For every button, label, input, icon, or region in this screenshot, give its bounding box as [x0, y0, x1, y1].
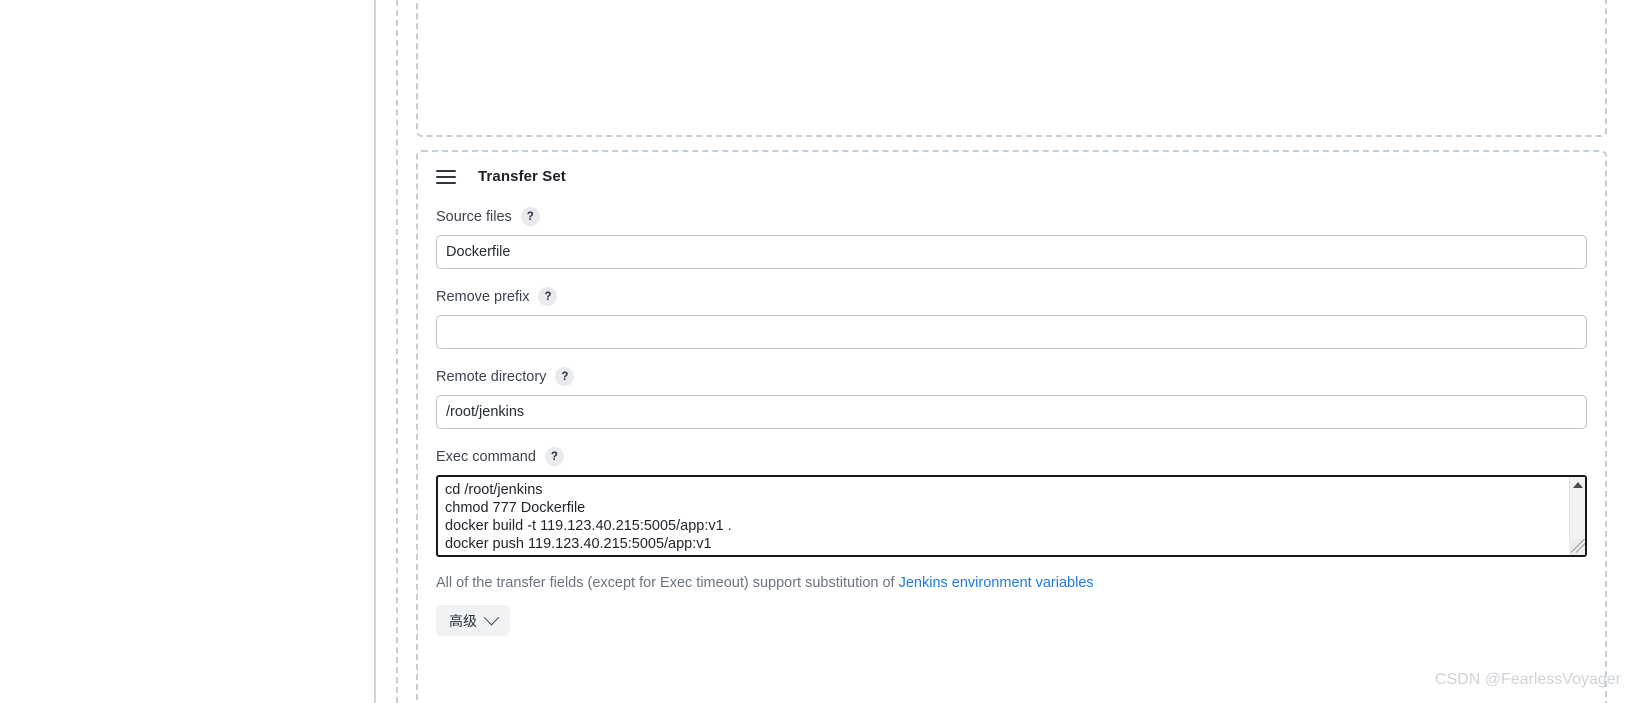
remove-prefix-input[interactable] [436, 315, 1587, 349]
scrollbar-track[interactable] [1570, 492, 1586, 540]
transfer-hint-bottom: All of the transfer fields (except for E… [436, 557, 1587, 591]
source-files-input[interactable] [436, 235, 1587, 269]
source-files-label-row: Source files ? [436, 207, 1587, 235]
field-remote-directory: Remote directory ? [436, 349, 1587, 429]
nesting-rail-dashed [396, 0, 398, 703]
transfer-set-header: Transfer Set [436, 152, 1587, 189]
field-exec-command: Exec command ? [436, 429, 1587, 557]
advanced-button-bottom[interactable]: 高级 [436, 605, 510, 636]
remote-directory-input[interactable] [436, 395, 1587, 429]
chevron-down-icon [483, 609, 500, 626]
remove-prefix-label: Remove prefix [436, 288, 530, 305]
transfer-set-panel-previous: All of the transfer fields (except for E… [416, 0, 1607, 137]
page-root: All of the transfer fields (except for E… [0, 0, 1647, 703]
jenkins-env-variables-link-bottom[interactable]: Jenkins environment variables [899, 575, 1094, 591]
transfer-set-panel: Transfer Set Source files ? Remove prefi… [416, 150, 1607, 703]
source-files-label: Source files [436, 208, 512, 225]
remote-directory-label-row: Remote directory ? [436, 367, 1587, 395]
exec-command-label-row: Exec command ? [436, 447, 1587, 475]
field-remove-prefix: Remove prefix ? [436, 269, 1587, 349]
advanced-row-bottom: 高级 [436, 591, 1587, 652]
help-icon-exec-command[interactable]: ? [544, 447, 564, 466]
help-icon-remove-prefix[interactable]: ? [538, 287, 558, 306]
nesting-rail-solid [374, 0, 376, 703]
advanced-button-bottom-label: 高级 [449, 612, 477, 629]
resize-grip-icon[interactable] [1569, 539, 1585, 555]
transfer-hint-bottom-text: All of the transfer fields (except for E… [436, 575, 899, 591]
help-icon-source-files[interactable]: ? [520, 207, 540, 226]
watermark: CSDN @FearlessVoyager [1434, 671, 1621, 688]
exec-command-wrap [436, 475, 1587, 557]
transfer-set-title: Transfer Set [478, 168, 566, 185]
drag-handle-icon[interactable] [436, 169, 456, 184]
help-icon-remote-directory[interactable]: ? [555, 367, 575, 386]
field-source-files: Source files ? [436, 189, 1587, 269]
exec-command-label: Exec command [436, 448, 536, 465]
remove-prefix-label-row: Remove prefix ? [436, 287, 1587, 315]
remote-directory-label: Remote directory [436, 368, 547, 385]
exec-command-textarea[interactable] [436, 475, 1587, 557]
scroll-up-arrow-icon[interactable] [1570, 477, 1586, 492]
